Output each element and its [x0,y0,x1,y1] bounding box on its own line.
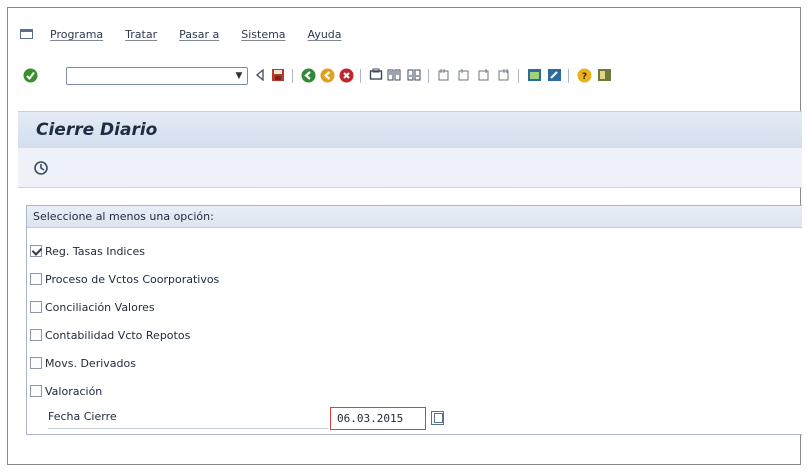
application-toolbar [18,148,802,188]
checkbox[interactable] [30,329,42,341]
fecha-cierre-input[interactable]: 06.03.2015 [330,407,426,430]
find-next-icon[interactable] [406,67,422,83]
toolbar-separator [292,69,293,83]
checkbox[interactable] [30,301,42,313]
find-icon[interactable] [386,67,402,83]
divider [48,428,328,429]
menu-ayuda[interactable]: Ayuda [308,28,342,41]
sap-window: Programa Tratar Pasar a Sistema Ayuda ▼ [7,7,802,465]
back-triangle-icon[interactable] [252,67,268,83]
option-conciliacion-valores[interactable]: Conciliación Valores [30,299,155,315]
title-bar: Cierre Diario [18,111,802,148]
next-page-icon[interactable] [476,67,492,83]
cancel-red-icon[interactable] [338,67,354,83]
options-group-header: Seleccione al menos una opción: [27,206,802,228]
option-movs-derivados[interactable]: Movs. Derivados [30,355,136,371]
execute-clock-icon[interactable] [34,161,48,178]
command-field[interactable]: ▼ [66,67,248,85]
layout-icon[interactable] [596,67,612,83]
checkbox[interactable] [30,357,42,369]
option-label: Conciliación Valores [45,300,155,314]
create-session-icon[interactable] [526,67,542,83]
prev-page-icon[interactable] [456,67,472,83]
shortcut-icon[interactable] [546,67,562,83]
toolbar-separator [568,69,569,83]
option-proceso-vctos[interactable]: Proceso de Vctos Coorporativos [30,271,219,287]
checkbox-checked[interactable] [30,245,42,257]
option-label: Proceso de Vctos Coorporativos [45,272,220,286]
menu-items: Programa Tratar Pasar a Sistema Ayuda [50,28,364,41]
chevron-down-icon[interactable]: ▼ [233,69,245,83]
last-page-icon[interactable] [496,67,512,83]
options-group: Seleccione al menos una opción: [26,205,802,435]
svg-text:?: ? [581,72,586,82]
toolbar-separator [428,69,429,83]
page-title: Cierre Diario [36,120,158,140]
standard-toolbar: ▼ ? [8,60,800,92]
checkbox[interactable] [30,385,42,397]
menu-bar: Programa Tratar Pasar a Sistema Ayuda [8,8,800,58]
checkbox[interactable] [30,273,42,285]
menu-tratar[interactable]: Tratar [125,28,157,41]
option-label: Contabilidad Vcto Repotos [45,328,191,342]
menu-sistema[interactable]: Sistema [241,28,285,41]
option-label: Movs. Derivados [45,356,136,370]
exit-yellow-icon[interactable] [319,67,335,83]
option-reg-tasas-indices[interactable]: Reg. Tasas Indices [30,243,145,259]
option-valoracion[interactable]: Valoración [30,383,102,399]
enter-check-icon[interactable] [22,67,38,83]
option-label: Valoración [45,384,103,398]
back-green-icon[interactable] [300,67,316,83]
toolbar-separator [518,69,519,83]
menu-programa[interactable]: Programa [50,28,103,41]
system-menu-icon[interactable] [20,29,33,39]
print-icon[interactable] [368,67,384,83]
save-icon[interactable] [270,67,286,83]
help-icon[interactable]: ? [576,67,592,83]
menu-pasar-a[interactable]: Pasar a [179,28,219,41]
fecha-cierre-value: 06.03.2015 [337,412,404,425]
option-label: Reg. Tasas Indices [45,244,146,258]
fecha-cierre-label: Fecha Cierre [48,410,117,423]
option-contabilidad-vcto[interactable]: Contabilidad Vcto Repotos [30,327,190,343]
toolbar-separator [360,69,361,83]
first-page-icon[interactable] [436,67,452,83]
calendar-icon[interactable] [431,411,444,425]
options-group-title: Seleccione al menos una opción: [33,210,214,223]
